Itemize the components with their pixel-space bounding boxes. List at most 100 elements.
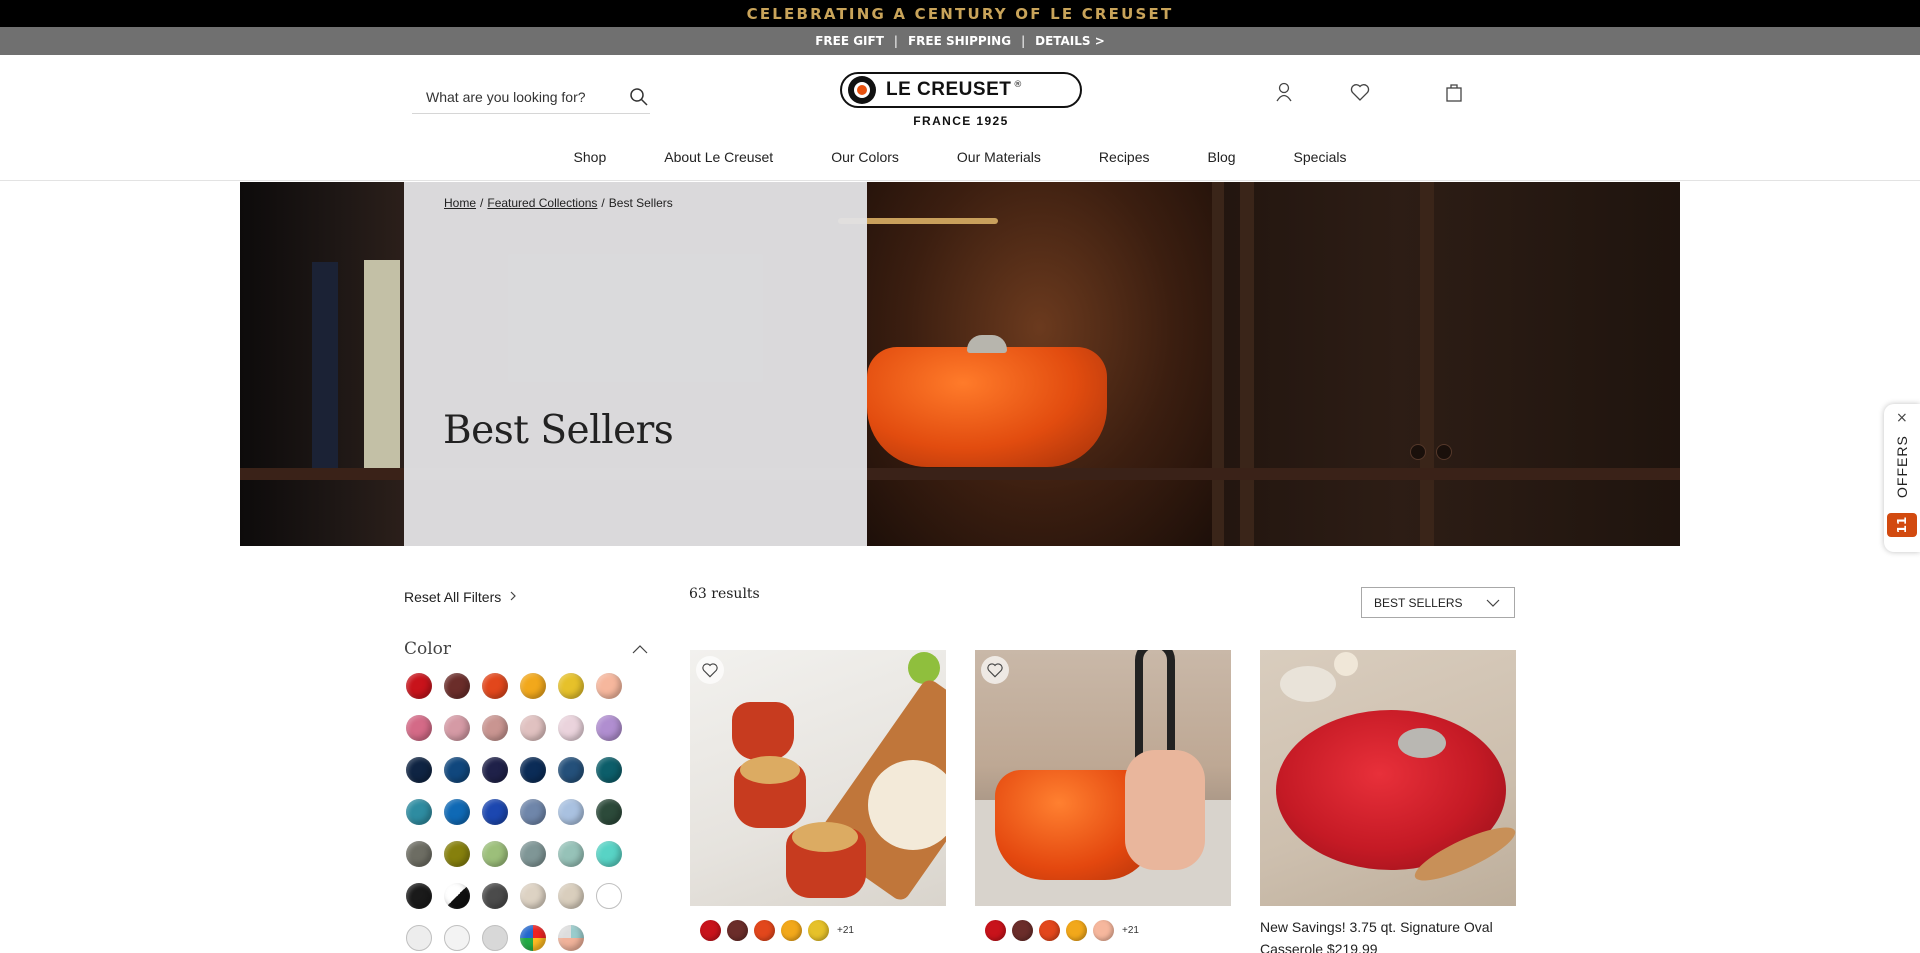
color-swatch[interactable] <box>406 715 432 741</box>
color-swatch[interactable] <box>520 715 546 741</box>
product-name[interactable]: New Savings! 3.75 qt. Signature Oval Cas… <box>1260 916 1516 953</box>
color-swatch[interactable] <box>482 799 508 825</box>
lid-knob <box>1398 728 1446 758</box>
nav-shop[interactable]: Shop <box>545 147 636 180</box>
color-dot[interactable] <box>1039 920 1060 941</box>
color-swatch[interactable] <box>482 883 508 909</box>
color-swatch[interactable] <box>444 757 470 783</box>
color-swatch[interactable] <box>596 757 622 783</box>
offers-close-icon[interactable]: × <box>1896 410 1908 426</box>
color-dot[interactable] <box>700 920 721 941</box>
color-swatch[interactable] <box>444 841 470 867</box>
results-count: 63 results <box>689 586 760 602</box>
cart-bag-icon[interactable] <box>1442 80 1466 104</box>
nav-our-colors[interactable]: Our Colors <box>802 147 928 180</box>
hero-book <box>364 260 400 472</box>
product-image[interactable] <box>1260 650 1516 906</box>
hand <box>1125 750 1205 870</box>
offers-count-badge: 11 <box>1887 513 1917 537</box>
nav-our-materials[interactable]: Our Materials <box>928 147 1070 180</box>
le-creuset-logo[interactable]: LE CREUSET ® FRANCE 1925 <box>840 72 1082 128</box>
reset-filters-label: Reset All Filters <box>404 589 502 605</box>
color-swatch[interactable] <box>520 883 546 909</box>
color-swatch[interactable] <box>558 925 584 951</box>
color-filter-header[interactable]: Color <box>404 639 648 659</box>
sort-dropdown[interactable]: BEST SELLERS <box>1361 587 1515 618</box>
nav-specials[interactable]: Specials <box>1265 147 1376 180</box>
color-swatch[interactable] <box>406 925 432 951</box>
search-input[interactable] <box>412 88 612 105</box>
color-swatch[interactable] <box>558 799 584 825</box>
color-swatch[interactable] <box>558 757 584 783</box>
color-swatch[interactable] <box>406 883 432 909</box>
color-swatch[interactable] <box>482 841 508 867</box>
account-icon[interactable] <box>1272 80 1296 104</box>
salt-dish <box>1280 666 1336 702</box>
breadcrumb: Home / Featured Collections / Best Selle… <box>444 196 673 210</box>
product-card[interactable]: +21 <box>975 650 1231 941</box>
more-colors-count[interactable]: +21 <box>837 925 854 936</box>
hero-cabinet-frame <box>1240 182 1254 546</box>
color-swatch[interactable] <box>558 673 584 699</box>
color-dot[interactable] <box>754 920 775 941</box>
product-image[interactable] <box>690 650 946 906</box>
promo-separator: | <box>1021 34 1026 48</box>
promo-free-shipping[interactable]: FREE SHIPPING <box>908 34 1011 48</box>
breadcrumb-featured-collections[interactable]: Featured Collections <box>487 196 597 210</box>
color-swatch[interactable] <box>406 799 432 825</box>
color-swatch[interactable] <box>444 715 470 741</box>
color-swatch[interactable] <box>482 925 508 951</box>
color-swatch[interactable] <box>520 841 546 867</box>
color-dot[interactable] <box>781 920 802 941</box>
color-swatch[interactable] <box>596 799 622 825</box>
color-swatch[interactable] <box>444 925 470 951</box>
color-dot[interactable] <box>1093 920 1114 941</box>
color-swatch[interactable] <box>406 841 432 867</box>
wishlist-heart-icon[interactable] <box>981 656 1009 684</box>
garlic <box>1334 652 1358 676</box>
color-swatch[interactable] <box>482 673 508 699</box>
nav-about[interactable]: About Le Creuset <box>635 147 802 180</box>
offers-side-tab[interactable]: × OFFERS 11 <box>1884 404 1920 552</box>
breadcrumb-home[interactable]: Home <box>444 196 476 210</box>
color-swatch[interactable] <box>596 715 622 741</box>
color-swatch[interactable] <box>444 799 470 825</box>
reset-filters-button[interactable]: Reset All Filters <box>404 589 517 605</box>
color-dot[interactable] <box>1012 920 1033 941</box>
color-swatch[interactable] <box>520 673 546 699</box>
wishlist-heart-icon[interactable] <box>1348 80 1372 104</box>
product-color-options: +21 <box>985 920 1231 941</box>
color-swatch[interactable] <box>520 799 546 825</box>
ramekin <box>732 702 794 760</box>
color-dot[interactable] <box>727 920 748 941</box>
color-swatch[interactable] <box>406 673 432 699</box>
wishlist-heart-icon[interactable] <box>696 656 724 684</box>
color-swatch[interactable] <box>444 673 470 699</box>
color-swatch[interactable] <box>482 715 508 741</box>
promo-free-gift[interactable]: FREE GIFT <box>815 34 884 48</box>
nav-blog[interactable]: Blog <box>1179 147 1265 180</box>
nav-recipes[interactable]: Recipes <box>1070 147 1179 180</box>
promo-details-link[interactable]: DETAILS > <box>1035 34 1105 48</box>
color-swatch[interactable] <box>596 883 622 909</box>
color-swatch[interactable] <box>406 757 432 783</box>
logo-registered: ® <box>1013 80 1023 90</box>
color-swatch[interactable] <box>558 715 584 741</box>
product-card[interactable]: +21 <box>690 650 946 941</box>
color-dot[interactable] <box>1066 920 1087 941</box>
more-colors-count[interactable]: +21 <box>1122 925 1139 936</box>
color-dot[interactable] <box>985 920 1006 941</box>
color-swatch[interactable] <box>482 757 508 783</box>
color-swatch[interactable] <box>520 757 546 783</box>
product-card[interactable]: New Savings! 3.75 qt. Signature Oval Cas… <box>1260 650 1516 953</box>
color-swatch[interactable] <box>520 925 546 951</box>
color-swatch[interactable] <box>558 841 584 867</box>
color-swatch[interactable] <box>596 841 622 867</box>
hero-pot-knob <box>967 335 1007 353</box>
product-image[interactable] <box>975 650 1231 906</box>
color-swatch[interactable] <box>558 883 584 909</box>
color-swatch[interactable] <box>444 883 470 909</box>
color-dot[interactable] <box>808 920 829 941</box>
search-icon[interactable] <box>628 86 650 108</box>
color-swatch[interactable] <box>596 673 622 699</box>
